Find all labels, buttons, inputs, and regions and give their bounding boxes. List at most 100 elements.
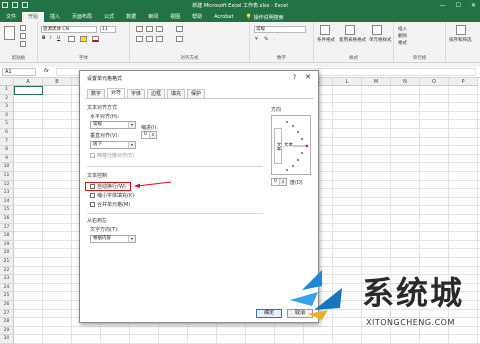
indent-spinner[interactable]: 0 ⇕ (141, 131, 157, 139)
align-top-icon[interactable] (136, 26, 143, 32)
row-header[interactable]: 20 (0, 249, 14, 258)
row-header[interactable]: 9 (0, 154, 14, 164)
align-center-icon[interactable] (146, 36, 153, 42)
tab-border[interactable]: 边框 (147, 89, 166, 98)
paste-icon[interactable] (4, 26, 15, 40)
row-header[interactable]: 10 (0, 163, 14, 172)
row-header[interactable]: 1 (0, 86, 14, 95)
horizontal-select[interactable]: 常规 ▾ (90, 121, 136, 129)
degrees-spinner[interactable]: 0 ⇕ (271, 178, 287, 186)
tab-protection[interactable]: 保护 (187, 89, 206, 98)
row-header[interactable]: 3 (0, 103, 14, 112)
cell-styles-button[interactable]: 单元格样式 (369, 37, 392, 43)
format-painter-icon[interactable] (20, 41, 26, 47)
row-header[interactable]: 12 (0, 180, 14, 190)
row-header[interactable]: 4 (0, 111, 14, 121)
font-name-select[interactable]: 思源黑体 CN (41, 26, 97, 33)
tab-review[interactable]: 审阅 (142, 12, 164, 22)
align-right-icon[interactable] (156, 36, 163, 42)
row-header[interactable]: 13 (0, 189, 14, 198)
tab-acrobat[interactable]: Acrobat (208, 12, 239, 22)
row-header[interactable]: 25 (0, 292, 14, 301)
vertical-text-box[interactable]: 文本 (274, 128, 282, 164)
tab-alignment[interactable]: 对齐 (107, 88, 126, 98)
cell-styles-icon[interactable] (372, 25, 382, 35)
underline-icon[interactable]: U (57, 36, 60, 41)
align-bottom-icon[interactable] (156, 26, 163, 32)
tab-home[interactable]: 开始 (22, 12, 45, 22)
row-header[interactable]: 17 (0, 223, 14, 233)
conditional-format-icon[interactable] (320, 25, 330, 35)
maximize-button[interactable]: ☐ (456, 2, 461, 9)
italic-icon[interactable]: I (50, 36, 51, 41)
align-middle-icon[interactable] (146, 26, 153, 32)
column-header[interactable]: M (362, 78, 391, 86)
tab-font[interactable]: 字体 (127, 89, 146, 98)
row-header[interactable]: 28 (0, 318, 14, 327)
row-header[interactable]: 15 (0, 206, 14, 215)
ok-button[interactable]: 确定 (256, 309, 282, 318)
copy-icon[interactable] (20, 33, 26, 39)
row-header[interactable]: 8 (0, 146, 14, 155)
format-cells-button[interactable]: 格式 (398, 40, 407, 46)
column-header[interactable]: O (420, 78, 449, 86)
row-header[interactable]: 22 (0, 266, 14, 276)
tab-data[interactable]: 数据 (120, 12, 142, 22)
comma-style-icon[interactable]: , (274, 37, 275, 42)
row-header[interactable]: 14 (0, 197, 14, 207)
close-window-button[interactable]: ✕ (471, 2, 476, 9)
insert-cells-button[interactable]: 插入 (398, 26, 407, 32)
table-format-button[interactable]: 套用表格格式 (339, 37, 366, 43)
fx-icon[interactable]: fx (44, 68, 49, 74)
sort-filter-icon[interactable] (456, 25, 466, 35)
column-header[interactable]: N (391, 78, 420, 86)
borders-icon[interactable] (68, 36, 75, 42)
row-header[interactable]: 2 (0, 94, 14, 104)
font-size-select[interactable]: 11 (100, 26, 116, 33)
tab-number[interactable]: 数字 (87, 89, 106, 98)
merge-center-icon[interactable] (176, 36, 183, 42)
row-header[interactable]: 24 (0, 283, 14, 293)
tab-help[interactable]: 帮助 (186, 12, 208, 22)
tab-fill[interactable]: 填充 (167, 89, 186, 98)
delete-cells-button[interactable]: 删除 (398, 33, 407, 39)
row-header[interactable]: 7 (0, 137, 14, 147)
row-header[interactable]: 21 (0, 258, 14, 267)
tab-insert[interactable]: 插入 (44, 12, 66, 22)
row-header[interactable]: 5 (0, 120, 14, 129)
tab-view[interactable]: 视图 (164, 12, 186, 22)
dialog-close-button[interactable]: ✕ (305, 73, 311, 81)
row-header[interactable]: 19 (0, 240, 14, 250)
row-header[interactable]: 29 (0, 326, 14, 336)
tab-formulas[interactable]: 公式 (98, 12, 120, 22)
help-button[interactable]: ? (293, 74, 296, 81)
merge-cells-checkbox[interactable] (90, 202, 95, 207)
select-all-corner[interactable] (0, 78, 14, 86)
tab-page-layout[interactable]: 页面布局 (66, 12, 98, 22)
align-left-icon[interactable] (136, 36, 143, 42)
minimize-button[interactable]: — (440, 2, 446, 9)
name-box[interactable]: A1 (2, 68, 36, 76)
column-header[interactable]: P (449, 78, 478, 86)
column-header[interactable]: A (14, 78, 43, 86)
text-direction-select[interactable]: 根据内容 ▾ (90, 235, 136, 243)
merge-cells-label[interactable]: 合并单元格(M) (97, 201, 130, 208)
row-header[interactable]: 6 (0, 129, 14, 138)
percent-icon[interactable]: % (264, 37, 268, 42)
shrink-to-fit-checkbox[interactable] (90, 193, 95, 198)
row-header[interactable]: 27 (0, 309, 14, 319)
table-format-icon[interactable] (345, 25, 355, 35)
sort-filter-button[interactable]: 排序和筛选 (449, 37, 472, 43)
number-format-select[interactable]: 常规 (254, 26, 306, 33)
tell-me-box[interactable]: 💡 操作说明搜索 (245, 14, 283, 21)
row-header[interactable]: 18 (0, 232, 14, 241)
selected-cell-a1[interactable] (14, 86, 43, 95)
row-header[interactable]: 23 (0, 275, 14, 284)
orientation-control[interactable]: 文本 文本 (271, 115, 311, 175)
column-header[interactable]: B (43, 78, 72, 86)
font-color-icon[interactable] (92, 36, 99, 42)
wrap-text-icon[interactable] (176, 26, 183, 32)
row-header[interactable]: 16 (0, 215, 14, 224)
shrink-to-fit-label[interactable]: 缩小字体填充(K) (97, 192, 134, 199)
conditional-format-button[interactable]: 条件格式 (317, 37, 335, 43)
